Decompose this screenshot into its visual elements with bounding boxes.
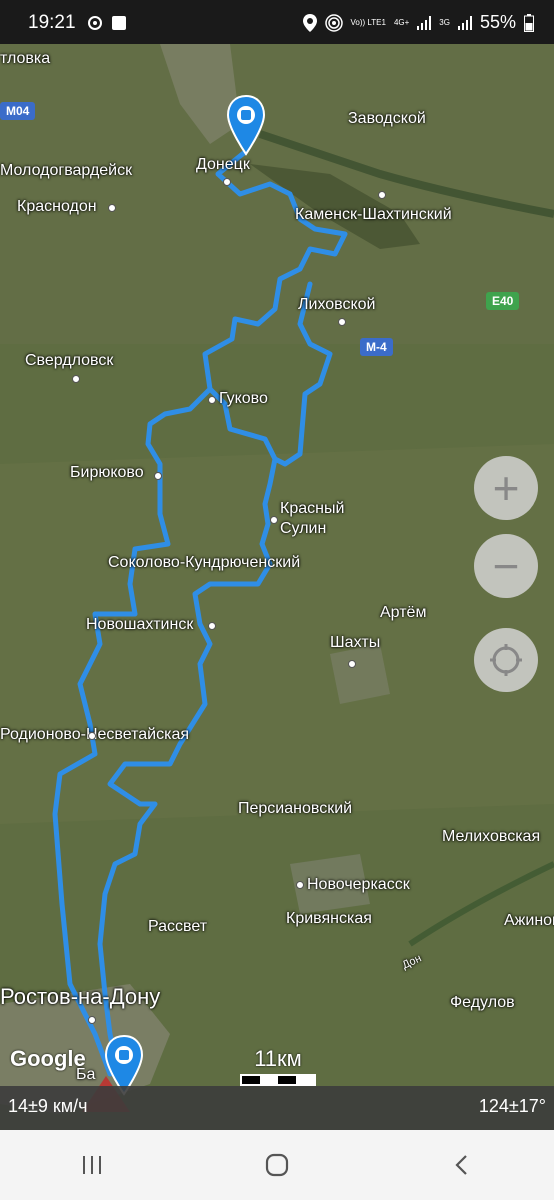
place-label: Новошахтинск (86, 616, 194, 633)
zoom-out-button[interactable]: − (474, 534, 538, 598)
scale-bar (240, 1074, 316, 1086)
zoom-in-button[interactable]: + (474, 456, 538, 520)
minus-icon: − (492, 540, 520, 592)
place-label: Гуково (219, 390, 268, 407)
signal-icon-2 (457, 15, 472, 30)
back-button[interactable] (432, 1140, 492, 1190)
volte-indicator: Vo)) LTE1 (350, 17, 386, 27)
place-dot (208, 622, 216, 630)
place-dot (378, 191, 386, 199)
location-icon (302, 13, 317, 32)
place-label: Соколово-Кундрюченский (108, 554, 301, 571)
notification-icons (86, 14, 128, 32)
home-icon (265, 1153, 289, 1177)
place-label: Новочеркасск (307, 876, 410, 893)
system-icons: Vo)) LTE1 4G+ 3G 55% (302, 12, 534, 33)
road-badge-m4: M-4 (360, 338, 393, 356)
scale-label: 11км (254, 1046, 302, 1071)
place-label: Бирюково (70, 464, 144, 481)
road-badge-m04: M04 (0, 102, 36, 120)
hotspot-icon (324, 13, 343, 32)
heading-readout: 124±17° (478, 1096, 546, 1116)
target-icon (490, 644, 522, 676)
place-dot (348, 660, 356, 668)
place-label: Шахты (330, 634, 381, 651)
start-marker-icon[interactable] (226, 94, 266, 156)
recent-apps-icon (83, 1156, 102, 1174)
road-badge-e40: E40 (486, 292, 520, 310)
place-label: Донецк (196, 156, 250, 173)
app-notification-icon (112, 16, 126, 30)
place-label: Кривянская (286, 910, 372, 927)
place-label: Федулов (450, 994, 515, 1011)
back-chevron-icon (455, 1155, 467, 1175)
place-label: Лиховской (298, 296, 376, 313)
place-dot (108, 204, 116, 212)
place-label: Рассвет (148, 918, 208, 935)
place-label: Каменск-Шахтинский (295, 206, 452, 223)
satellite-map[interactable]: тловка Заводской Донецк Молодогвардейск … (0, 44, 554, 1130)
place-dot (88, 1016, 96, 1024)
place-label: Персиановский (238, 800, 353, 817)
my-location-button[interactable] (474, 628, 538, 692)
place-dot (296, 881, 304, 889)
place-dot (88, 732, 96, 740)
settings-gear-icon (88, 16, 102, 30)
map-scale: 11км (240, 1046, 316, 1086)
battery-percent: 55% (479, 12, 516, 32)
place-label: Свердловск (25, 352, 114, 369)
place-dot (338, 318, 346, 326)
recent-apps-button[interactable] (62, 1140, 122, 1190)
place-dot (72, 375, 80, 383)
network-type-2: 3G (439, 17, 450, 27)
clock: 19:21 (28, 12, 76, 33)
home-button[interactable] (247, 1140, 307, 1190)
google-logo: Google (10, 1046, 86, 1071)
place-dot (208, 396, 216, 404)
speed-readout: 14±9 км/ч (8, 1096, 88, 1116)
place-label: тловка (0, 50, 51, 67)
signal-icon (417, 15, 432, 30)
status-bar: 19:21 Vo)) LTE1 4G+ 3G 55% (0, 0, 554, 44)
battery-icon (524, 13, 534, 32)
place-label: Ажинов (504, 912, 554, 929)
gps-info-bar: 14±9 км/ч 124±17° (0, 1086, 554, 1130)
place-label: Артём (380, 604, 427, 621)
network-type-1: 4G+ (393, 17, 410, 27)
place-label: Краснодон (17, 198, 97, 215)
place-dot (270, 516, 278, 524)
place-label: Красный (280, 500, 345, 517)
place-label: Сулин (280, 520, 327, 537)
place-label: Мелиховская (442, 828, 541, 845)
place-dot (223, 178, 231, 186)
place-label: Ростов-на-Дону (0, 984, 161, 1009)
place-label: Заводской (348, 110, 426, 127)
place-dot (154, 472, 162, 480)
plus-icon: + (492, 462, 520, 514)
place-label: Молодогвардейск (0, 162, 133, 179)
system-nav-bar (0, 1130, 554, 1200)
